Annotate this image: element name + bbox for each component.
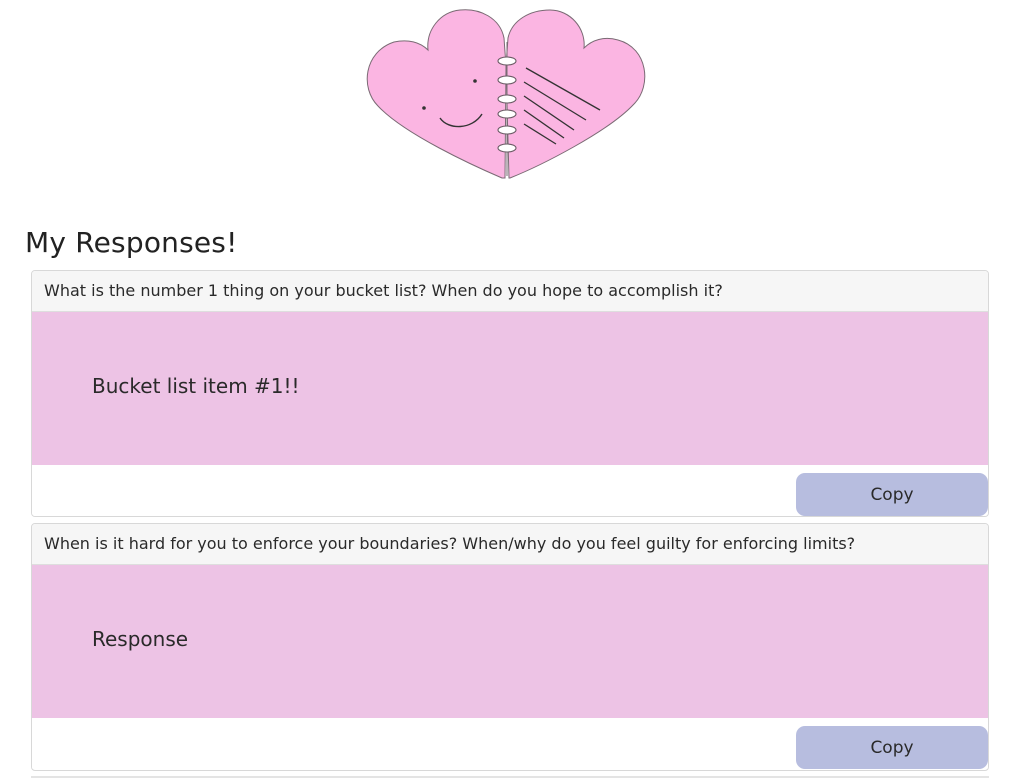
response-card: What is the number 1 thing on your bucke… bbox=[31, 270, 989, 517]
response-card: When is it hard for you to enforce your … bbox=[31, 523, 989, 771]
card-footer: Copy bbox=[32, 465, 988, 516]
copy-button[interactable]: Copy bbox=[796, 726, 988, 769]
question-text: What is the number 1 thing on your bucke… bbox=[32, 271, 988, 312]
logo-right-heart-half bbox=[505, 9, 646, 179]
card-footer: Copy bbox=[32, 718, 988, 769]
question-text: When is it hard for you to enforce your … bbox=[32, 524, 988, 565]
page-title: My Responses! bbox=[25, 226, 238, 259]
copy-button[interactable]: Copy bbox=[796, 473, 988, 516]
logo-left-heart-half bbox=[366, 9, 507, 179]
response-text: Response bbox=[92, 627, 189, 651]
response-text: Bucket list item #1!! bbox=[92, 374, 300, 398]
heart-notebook-logo bbox=[364, 6, 648, 182]
response-area[interactable]: Bucket list item #1!! bbox=[32, 312, 988, 465]
response-area[interactable]: Response bbox=[32, 565, 988, 718]
